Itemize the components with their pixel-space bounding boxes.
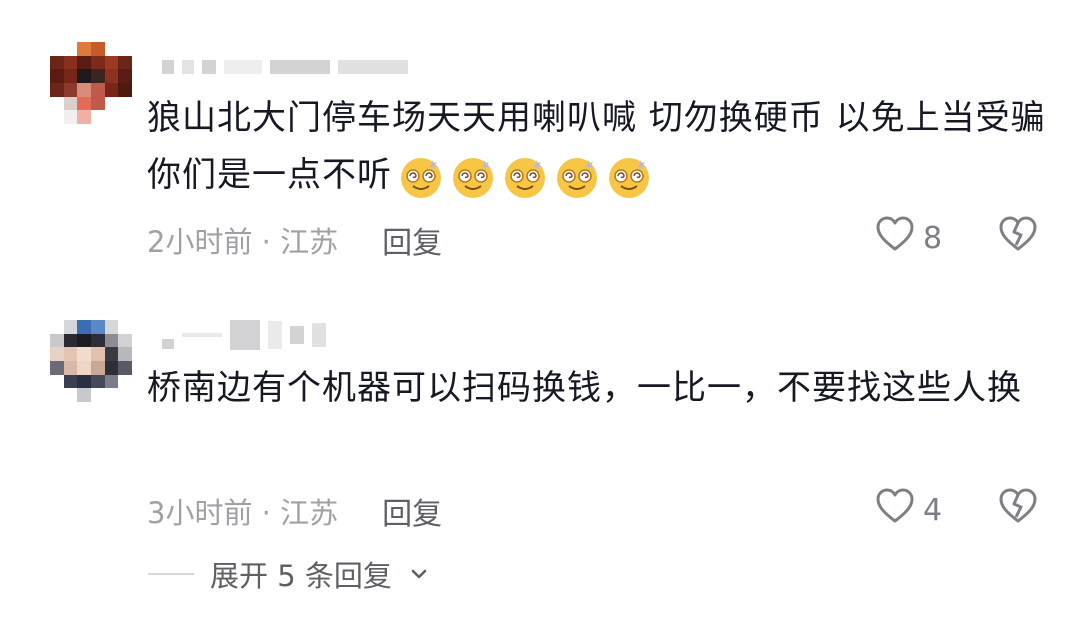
broken-heart-icon <box>998 488 1038 529</box>
dizzy-smile-emoji-icon <box>450 154 496 200</box>
heart-outline-icon <box>875 215 915 261</box>
reply-button[interactable]: 回复 <box>382 218 442 262</box>
like-button[interactable]: 4 <box>875 487 942 533</box>
dislike-button[interactable] <box>998 215 1038 257</box>
dislike-button[interactable] <box>998 487 1038 529</box>
username-blurred[interactable] <box>162 320 326 350</box>
like-button[interactable]: 8 <box>875 215 942 261</box>
time-location: 3小时前 · 江苏 <box>147 496 339 530</box>
comment-meta: 2小时前 · 江苏 回复 <box>147 218 442 262</box>
comment-meta: 3小时前 · 江苏 回复 <box>147 489 442 533</box>
comment-body: 桥南边有个机器可以扫码换钱，一比一，不要找这些人换 <box>147 368 1022 408</box>
dizzy-smile-emoji-icon <box>502 154 548 200</box>
comment-text: 狼山北大门停车场天天用喇叭喊 切勿换硬币 以免上当受骗 你们是一点不听 <box>147 90 1047 204</box>
avatar[interactable] <box>50 42 132 124</box>
expand-replies-label: 展开 5 条回复 <box>210 559 392 593</box>
chevron-down-icon <box>408 563 430 585</box>
expand-replies-button[interactable]: 展开 5 条回复 <box>148 553 430 595</box>
time-location: 2小时前 · 江苏 <box>147 225 339 259</box>
comment-text: 桥南边有个机器可以扫码换钱，一比一，不要找这些人换 <box>147 360 1047 417</box>
like-count: 4 <box>923 492 943 528</box>
username-blurred[interactable] <box>162 57 408 77</box>
divider-line <box>148 573 194 575</box>
emoji-group <box>398 154 652 200</box>
reply-button[interactable]: 回复 <box>382 489 442 533</box>
dizzy-smile-emoji-icon <box>398 154 444 200</box>
heart-outline-icon <box>875 487 915 533</box>
dizzy-smile-emoji-icon <box>606 154 652 200</box>
avatar[interactable] <box>50 320 132 402</box>
broken-heart-icon <box>998 216 1038 257</box>
like-count: 8 <box>923 220 943 256</box>
dizzy-smile-emoji-icon <box>554 154 600 200</box>
